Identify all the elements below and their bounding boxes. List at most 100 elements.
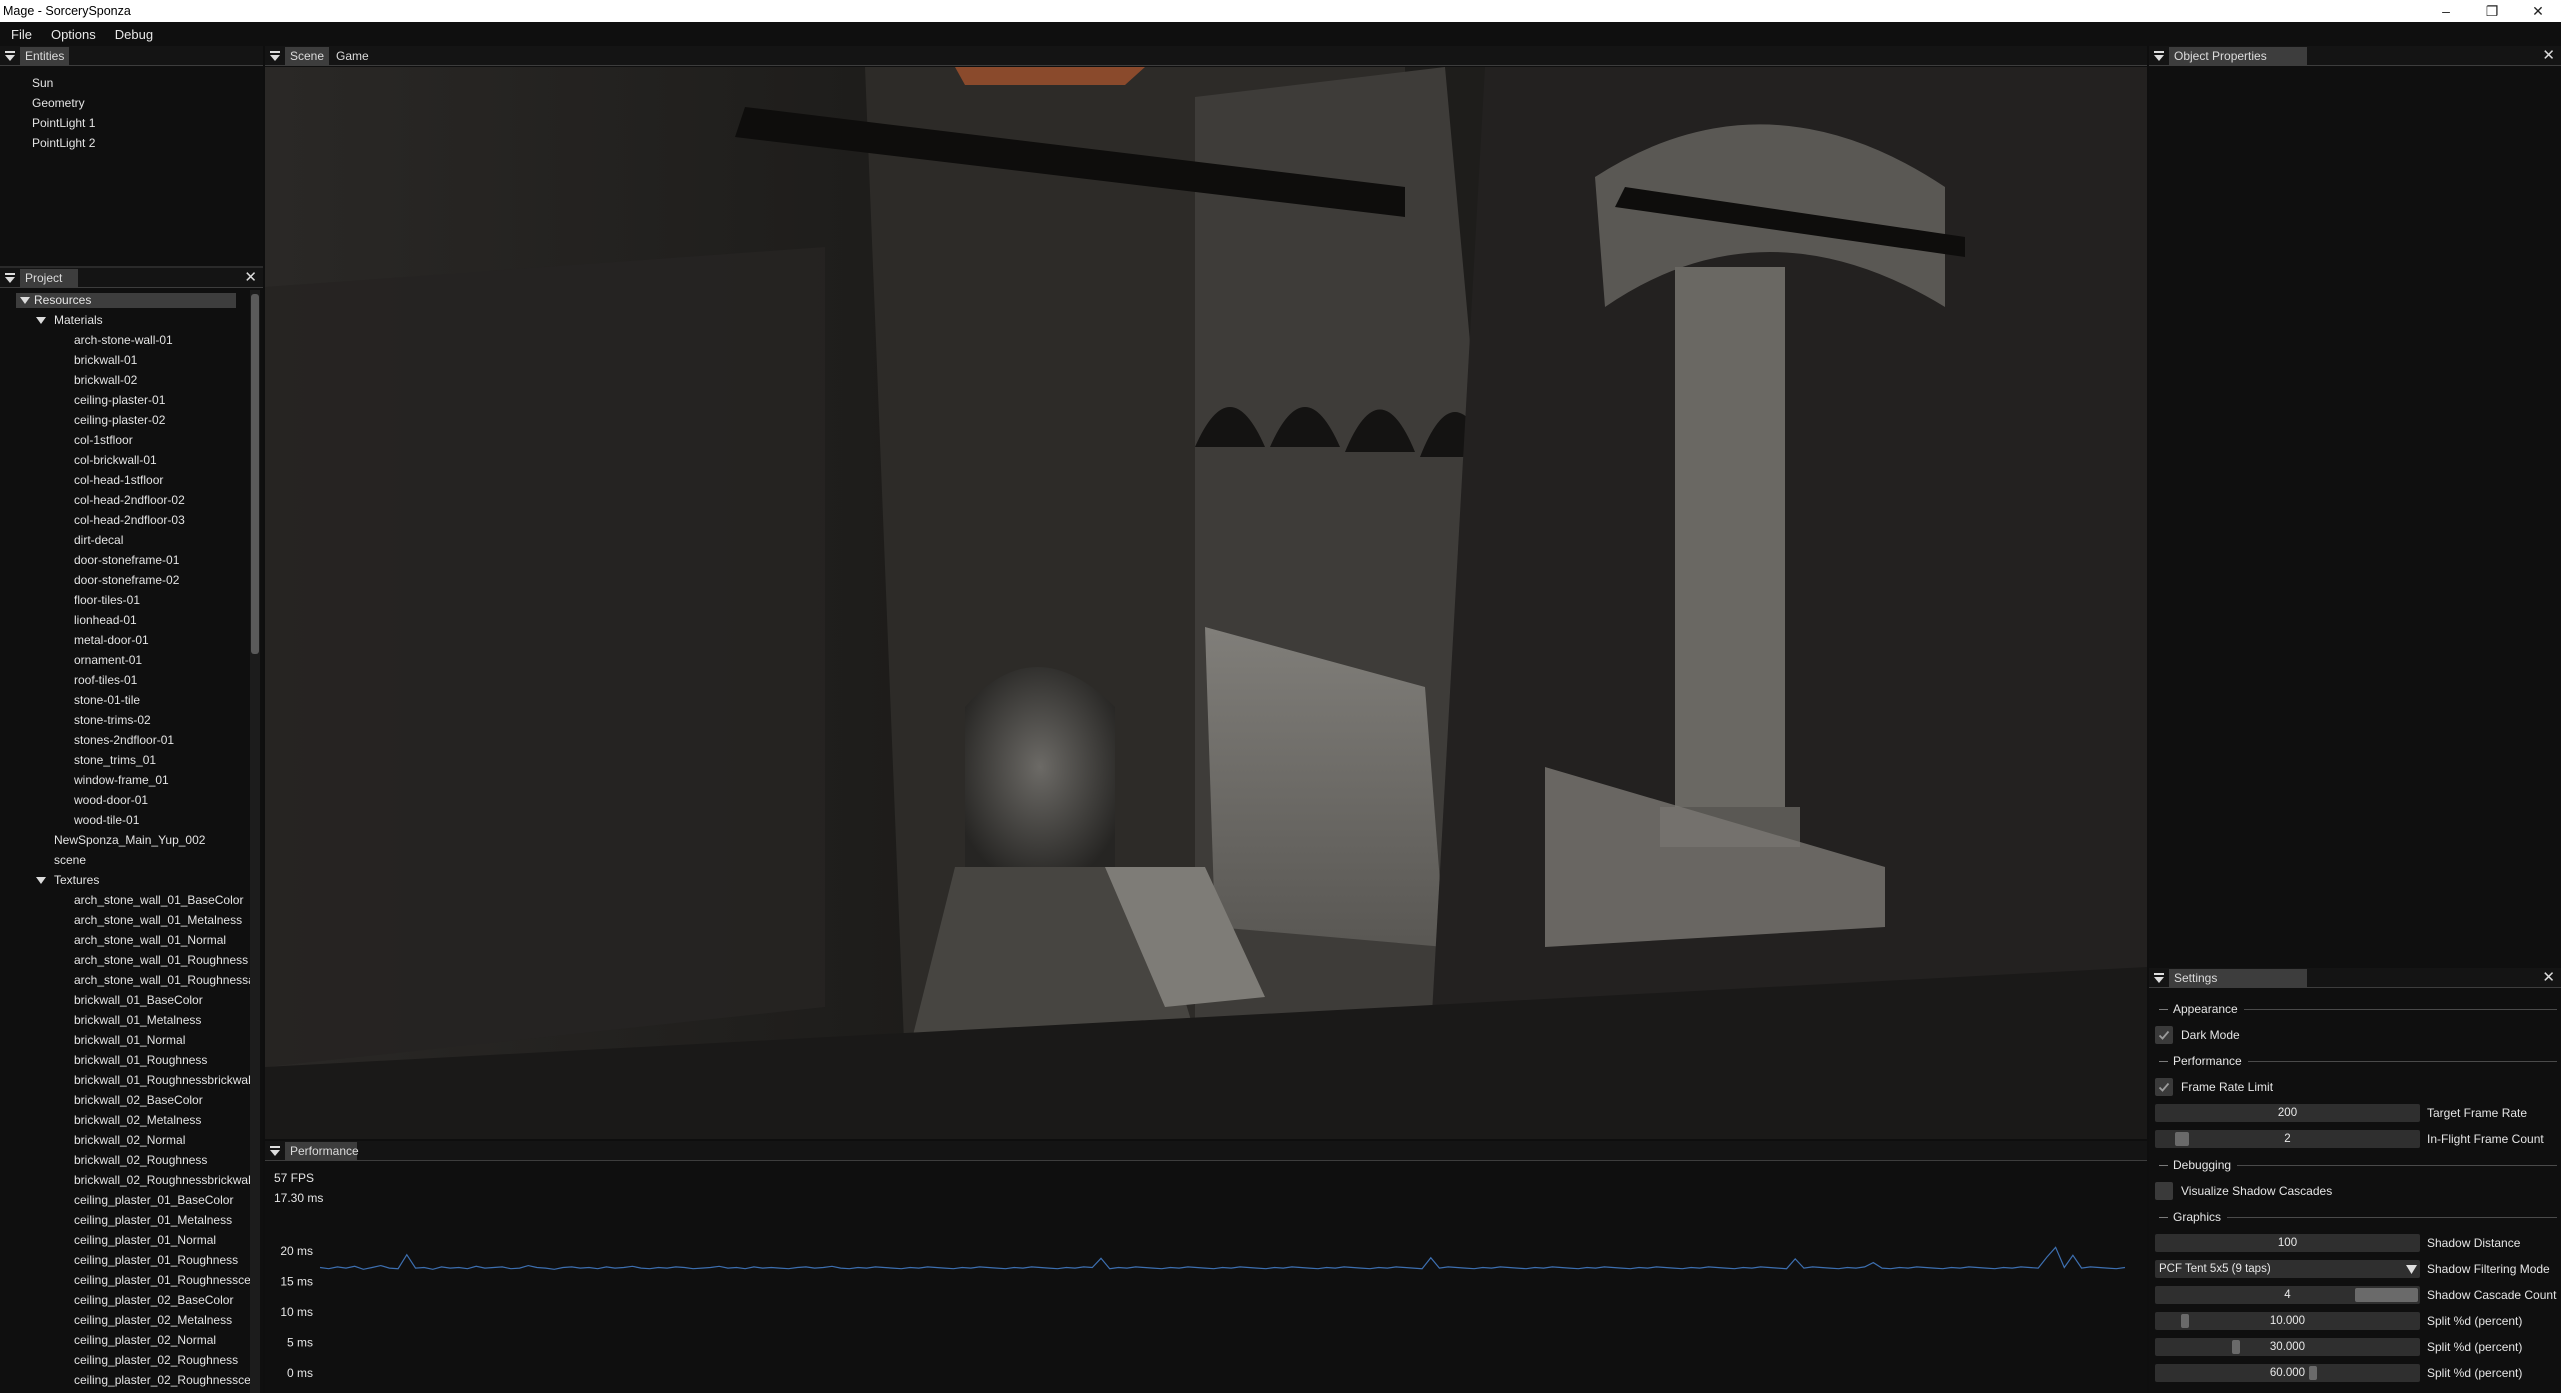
tab-project[interactable]: Project — [20, 268, 78, 287]
tree-item-material[interactable]: dirt-decal — [74, 533, 123, 547]
tree-item-texture[interactable]: arch_stone_wall_01_BaseColor — [74, 893, 243, 907]
tree-item-texture[interactable]: arch_stone_wall_01_Normal — [74, 933, 226, 947]
entity-item-sun[interactable]: Sun — [32, 76, 53, 90]
tree-item-texture[interactable]: arch_stone_wall_01_Metalness — [74, 913, 242, 927]
project-scrollbar-thumb[interactable] — [251, 294, 259, 654]
tree-item-texture[interactable]: arch_stone_wall_01_Roughness — [74, 953, 248, 967]
tree-item-resource[interactable]: NewSponza_Main_Yup_002 — [54, 833, 205, 847]
shadow-filtering-select[interactable]: PCF Tent 5x5 (9 taps) — [2155, 1260, 2420, 1278]
menu-debug[interactable]: Debug — [104, 27, 161, 42]
panel-menu-icon[interactable] — [0, 46, 20, 66]
tree-item-material[interactable]: ceiling-plaster-01 — [74, 393, 165, 407]
tree-item-material[interactable]: arch-stone-wall-01 — [74, 333, 173, 347]
tree-item-material[interactable]: lionhead-01 — [74, 613, 137, 627]
panel-menu-icon[interactable] — [2149, 46, 2169, 66]
restore-button[interactable]: ❐ — [2469, 0, 2515, 22]
tree-item-texture[interactable]: arch_stone_wall_01_Roughnessa — [74, 973, 255, 987]
tree-item-material[interactable]: stone-trims-02 — [74, 713, 151, 727]
split-slider[interactable]: 60.000 — [2155, 1364, 2420, 1382]
dark-mode-checkbox[interactable] — [2155, 1026, 2173, 1044]
visualize-cascades-checkbox[interactable] — [2155, 1182, 2173, 1200]
in-flight-frame-count-slider[interactable]: 2 — [2155, 1130, 2420, 1148]
tree-item-material[interactable]: brickwall-02 — [74, 373, 137, 387]
panel-menu-icon[interactable] — [2149, 968, 2169, 988]
tree-item-texture[interactable]: brickwall_01_Metalness — [74, 1013, 201, 1027]
section-label: Appearance — [2173, 1002, 2238, 1016]
tree-item-material[interactable]: col-brickwall-01 — [74, 453, 157, 467]
tab-game[interactable]: Game — [331, 47, 374, 65]
close-icon[interactable]: ✕ — [2542, 969, 2555, 987]
scene-viewport[interactable] — [265, 67, 2147, 1139]
tree-item-material[interactable]: window-frame_01 — [74, 773, 169, 787]
menu-options[interactable]: Options — [40, 27, 104, 42]
tree-item-resource[interactable]: scene — [54, 853, 86, 867]
entity-item-pointlight-2[interactable]: PointLight 2 — [32, 136, 95, 150]
tree-item-texture[interactable]: ceiling_plaster_01_Roughnesscei — [74, 1273, 253, 1287]
tree-item-texture[interactable]: ceiling_plaster_01_Metalness — [74, 1213, 232, 1227]
tree-item-material[interactable]: floor-tiles-01 — [74, 593, 140, 607]
tab-performance[interactable]: Performance — [285, 1141, 359, 1160]
menu-file[interactable]: File — [0, 27, 40, 42]
tree-item-texture[interactable]: brickwall_02_Normal — [74, 1133, 185, 1147]
tree-item-material[interactable]: stones-2ndfloor-01 — [74, 733, 174, 747]
tree-item-texture[interactable]: brickwall_01_Normal — [74, 1033, 185, 1047]
project-scrollbar[interactable] — [250, 290, 260, 1393]
tree-item-material[interactable]: stone_trims_01 — [74, 753, 156, 767]
tree-item-material[interactable]: stone-01-tile — [74, 693, 140, 707]
cascade-count-slider[interactable]: 4 — [2155, 1286, 2420, 1304]
tree-item-texture[interactable]: ceiling_plaster_02_BaseColor — [74, 1293, 233, 1307]
tree-item-material[interactable]: ornament-01 — [74, 653, 142, 667]
tree-item-material[interactable]: col-1stfloor — [74, 433, 133, 447]
tree-item-material[interactable]: door-stoneframe-01 — [74, 553, 179, 567]
tree-folder-resources[interactable]: Resources — [16, 293, 236, 308]
tab-settings[interactable]: Settings — [2169, 968, 2307, 987]
tree-item-texture[interactable]: brickwall_01_Roughness — [74, 1053, 207, 1067]
tree-item-material[interactable]: wood-tile-01 — [74, 813, 139, 827]
panel-menu-icon[interactable] — [265, 46, 285, 66]
tree-item-texture[interactable]: ceiling_plaster_01_Roughness — [74, 1253, 238, 1267]
entity-item-geometry[interactable]: Geometry — [32, 96, 85, 110]
tree-item-texture[interactable]: brickwall_01_BaseColor — [74, 993, 203, 1007]
tree-item-material[interactable]: wood-door-01 — [74, 793, 148, 807]
close-icon[interactable]: ✕ — [2542, 47, 2555, 65]
dropdown-arrow-icon[interactable] — [2406, 1264, 2417, 1278]
tree-item-material[interactable]: col-head-2ndfloor-03 — [74, 513, 185, 527]
tree-item-texture[interactable]: brickwall_01_Roughnessbrickwal — [74, 1073, 251, 1087]
target-frame-rate-input[interactable]: 200 — [2155, 1104, 2420, 1122]
tab-scene[interactable]: Scene — [285, 46, 330, 65]
tree-item-texture[interactable]: ceiling_plaster_01_BaseColor — [74, 1193, 233, 1207]
split-slider[interactable]: 30.000 — [2155, 1338, 2420, 1356]
tree-item-material[interactable]: col-head-2ndfloor-02 — [74, 493, 185, 507]
tree-item-texture[interactable]: ceiling_plaster_02_Roughnesscei — [74, 1373, 253, 1387]
tree-folder-materials[interactable]: Materials — [36, 313, 103, 327]
tree-item-material[interactable]: ceiling-plaster-02 — [74, 413, 165, 427]
minimize-button[interactable]: – — [2423, 0, 2469, 22]
close-window-button[interactable]: ✕ — [2515, 0, 2561, 22]
tree-item-texture[interactable]: brickwall_02_Roughnessbrickwal — [74, 1173, 251, 1187]
tree-item-texture[interactable]: brickwall_02_Metalness — [74, 1113, 201, 1127]
close-icon[interactable]: ✕ — [244, 269, 257, 287]
tree-item-texture[interactable]: brickwall_02_Roughness — [74, 1153, 207, 1167]
tree-item-material[interactable]: door-stoneframe-02 — [74, 573, 179, 587]
tree-item-material[interactable]: brickwall-01 — [74, 353, 137, 367]
frame-rate-limit-checkbox[interactable] — [2155, 1078, 2173, 1096]
tree-item-material[interactable]: roof-tiles-01 — [74, 673, 137, 687]
tree-item-texture[interactable]: ceiling_plaster_01_Normal — [74, 1233, 216, 1247]
panel-menu-icon[interactable] — [0, 268, 20, 288]
shadow-distance-input[interactable]: 100 — [2155, 1234, 2420, 1252]
tree-folder-textures[interactable]: Textures — [36, 873, 99, 887]
tree-item-material[interactable]: col-head-1stfloor — [74, 473, 163, 487]
chevron-down-icon[interactable] — [36, 877, 46, 884]
tree-item-texture[interactable]: ceiling_plaster_02_Metalness — [74, 1313, 232, 1327]
entity-item-pointlight-1[interactable]: PointLight 1 — [32, 116, 95, 130]
tab-entities[interactable]: Entities — [20, 46, 70, 65]
tree-item-texture[interactable]: brickwall_02_BaseColor — [74, 1093, 203, 1107]
chevron-down-icon[interactable] — [36, 317, 46, 324]
tree-item-material[interactable]: metal-door-01 — [74, 633, 149, 647]
tree-item-texture[interactable]: ceiling_plaster_02_Roughness — [74, 1353, 238, 1367]
split-slider[interactable]: 10.000 — [2155, 1312, 2420, 1330]
tab-object-properties[interactable]: Object Properties — [2169, 46, 2307, 65]
tree-item-texture[interactable]: ceiling_plaster_02_Normal — [74, 1333, 216, 1347]
panel-menu-icon[interactable] — [265, 1141, 285, 1161]
chevron-down-icon[interactable] — [20, 297, 30, 304]
